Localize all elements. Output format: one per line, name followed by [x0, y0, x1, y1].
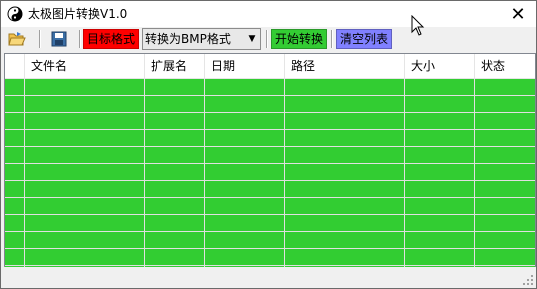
grid-line	[474, 79, 475, 267]
column-header-blank[interactable]	[5, 54, 25, 78]
column-header-extension[interactable]: 扩展名	[145, 54, 205, 78]
file-list[interactable]: 文件名 扩展名 日期 路径 大小 状态	[4, 53, 536, 268]
close-button[interactable]: ✕	[500, 1, 536, 27]
app-icon	[7, 6, 23, 22]
column-header-status[interactable]: 状态	[475, 54, 535, 78]
toolbar-separator	[79, 30, 81, 48]
table-row	[5, 249, 535, 266]
clear-list-button[interactable]: 清空列表	[336, 29, 393, 49]
save-button[interactable]	[49, 29, 69, 49]
open-folder-icon	[8, 32, 26, 46]
mouse-cursor-icon	[411, 15, 425, 36]
table-row	[5, 232, 535, 249]
close-icon: ✕	[510, 3, 526, 25]
table-row	[5, 164, 535, 181]
toolbar-separator	[266, 30, 268, 48]
column-header-filename[interactable]: 文件名	[25, 54, 145, 78]
table-row	[5, 181, 535, 198]
grid-line	[24, 79, 25, 267]
grid-line	[204, 79, 205, 267]
table-row	[5, 147, 535, 164]
save-disk-icon	[51, 31, 67, 47]
column-header-path[interactable]: 路径	[285, 54, 405, 78]
start-convert-button[interactable]: 开始转换	[271, 29, 328, 49]
title-bar: 太极图片转换V1.0 ✕	[1, 1, 536, 27]
table-row	[5, 215, 535, 232]
list-body	[5, 79, 535, 267]
format-select-value: 转换为BMP格式	[145, 32, 231, 46]
grid-line	[404, 79, 405, 267]
app-window: 太极图片转换V1.0 ✕ 目标格式 转换为BMP格式 ▼ 开始转换 清空列表 文…	[0, 0, 537, 289]
resize-grip-icon[interactable]	[522, 274, 534, 286]
table-row	[5, 113, 535, 130]
grid-line	[144, 79, 145, 267]
column-header-date[interactable]: 日期	[205, 54, 285, 78]
table-row	[5, 198, 535, 215]
grid-line	[284, 79, 285, 267]
list-header: 文件名 扩展名 日期 路径 大小 状态	[5, 54, 535, 79]
chevron-down-icon[interactable]: ▼	[246, 32, 258, 46]
column-header-size[interactable]: 大小	[405, 54, 475, 78]
open-button[interactable]	[7, 29, 27, 49]
status-bar	[1, 267, 536, 288]
target-format-label: 目标格式	[83, 29, 140, 49]
toolbar-separator	[39, 30, 41, 48]
table-row	[5, 96, 535, 113]
toolbar: 目标格式 转换为BMP格式 ▼ 开始转换 清空列表	[1, 27, 536, 51]
table-row	[5, 130, 535, 147]
format-select[interactable]: 转换为BMP格式 ▼	[142, 28, 261, 50]
table-row	[5, 79, 535, 96]
toolbar-separator	[331, 30, 333, 48]
window-title: 太极图片转换V1.0	[28, 7, 128, 21]
